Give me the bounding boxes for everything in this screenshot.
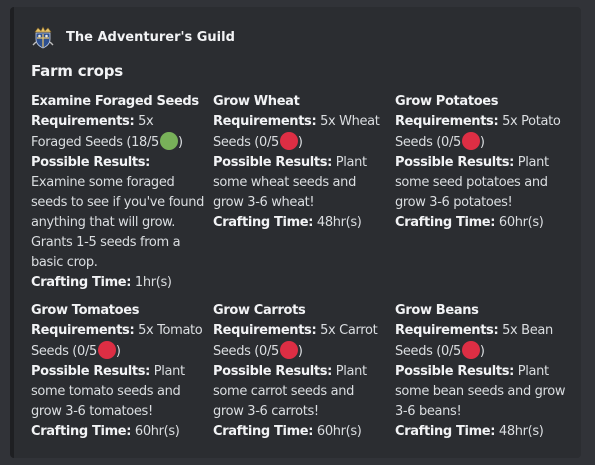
red-circle-icon bbox=[97, 341, 116, 359]
crop-field: Grow Beans Requirements: 5x Bean Seeds (0… bbox=[395, 301, 570, 442]
crafting-time-value: 60hr(s) bbox=[498, 215, 544, 230]
requirements-close: ) bbox=[115, 344, 121, 359]
possible-results-label: Possible Results: bbox=[31, 155, 150, 170]
crafting-time-label: Crafting Time: bbox=[31, 275, 132, 290]
crafting-time-label: Crafting Time: bbox=[213, 215, 314, 230]
crafting-time-value: 48hr(s) bbox=[316, 215, 362, 230]
crafting-time-label: Crafting Time: bbox=[395, 215, 496, 230]
guild-crest-icon bbox=[31, 25, 55, 49]
crop-field: Grow Tomatoes Requirements: 5x Tomato See… bbox=[31, 301, 206, 442]
requirements-label: Requirements: bbox=[213, 323, 317, 338]
possible-results-label: Possible Results: bbox=[213, 155, 332, 170]
field-name: Examine Foraged Seeds bbox=[31, 94, 199, 109]
crafting-time-value: 48hr(s) bbox=[498, 424, 544, 439]
crafting-time-value: 1hr(s) bbox=[134, 275, 172, 290]
requirements-label: Requirements: bbox=[31, 323, 135, 338]
embed-card: The Adventurer's Guild Farm crops Examin… bbox=[10, 7, 581, 458]
requirements-close: ) bbox=[479, 135, 485, 150]
possible-results-label: Possible Results: bbox=[213, 364, 332, 379]
field-value: Requirements: 5x Bean Seeds (0/5) Possibl… bbox=[395, 321, 570, 442]
possible-results-label: Possible Results: bbox=[395, 155, 514, 170]
requirements-label: Requirements: bbox=[31, 114, 135, 129]
crafting-time-value: 60hr(s) bbox=[316, 424, 362, 439]
requirements-close: ) bbox=[479, 344, 485, 359]
field-name: Grow Wheat bbox=[213, 94, 300, 109]
crop-field: Grow Carrots Requirements: 5x Carrot Seed… bbox=[213, 301, 388, 442]
possible-results-text: Examine some foraged seeds to see if you… bbox=[31, 175, 205, 270]
red-circle-icon bbox=[279, 132, 298, 150]
field-name: Grow Carrots bbox=[213, 303, 306, 318]
crafting-time-label: Crafting Time: bbox=[31, 424, 132, 439]
field-value: Requirements: 5x Carrot Seeds (0/5) Possi… bbox=[213, 321, 388, 442]
field-value: Requirements: 5x Tomato Seeds (0/5) Possi… bbox=[31, 321, 206, 442]
author-name: The Adventurer's Guild bbox=[66, 29, 235, 45]
embed-title: Farm crops bbox=[31, 62, 123, 80]
crafting-time-label: Crafting Time: bbox=[395, 424, 496, 439]
embed-author[interactable]: The Adventurer's Guild bbox=[31, 25, 235, 49]
requirements-close: ) bbox=[177, 135, 183, 150]
requirements-close: ) bbox=[297, 135, 303, 150]
red-circle-icon bbox=[461, 132, 480, 150]
red-circle-icon bbox=[279, 341, 298, 359]
red-circle-icon bbox=[461, 341, 480, 359]
possible-results-label: Possible Results: bbox=[395, 364, 514, 379]
crop-field: Examine Foraged Seeds Requirements: 5x Fo… bbox=[31, 92, 206, 293]
field-value: Requirements: 5x Potato Seeds (0/5) Possi… bbox=[395, 112, 570, 233]
field-name: Grow Potatoes bbox=[395, 94, 499, 109]
crop-field: Grow Wheat Requirements: 5x Wheat Seeds (… bbox=[213, 92, 388, 233]
requirements-label: Requirements: bbox=[395, 114, 499, 129]
requirements-close: ) bbox=[297, 344, 303, 359]
crafting-time-value: 60hr(s) bbox=[134, 424, 180, 439]
field-value: Requirements: 5x Wheat Seeds (0/5) Possib… bbox=[213, 112, 388, 233]
green-circle-icon bbox=[159, 132, 178, 150]
requirements-label: Requirements: bbox=[213, 114, 317, 129]
possible-results-label: Possible Results: bbox=[31, 364, 150, 379]
field-name: Grow Tomatoes bbox=[31, 303, 140, 318]
crop-field: Grow Potatoes Requirements: 5x Potato See… bbox=[395, 92, 570, 233]
field-name: Grow Beans bbox=[395, 303, 479, 318]
crafting-time-label: Crafting Time: bbox=[213, 424, 314, 439]
field-value: Requirements: 5x Foraged Seeds (18/5) Pos… bbox=[31, 112, 206, 293]
requirements-label: Requirements: bbox=[395, 323, 499, 338]
